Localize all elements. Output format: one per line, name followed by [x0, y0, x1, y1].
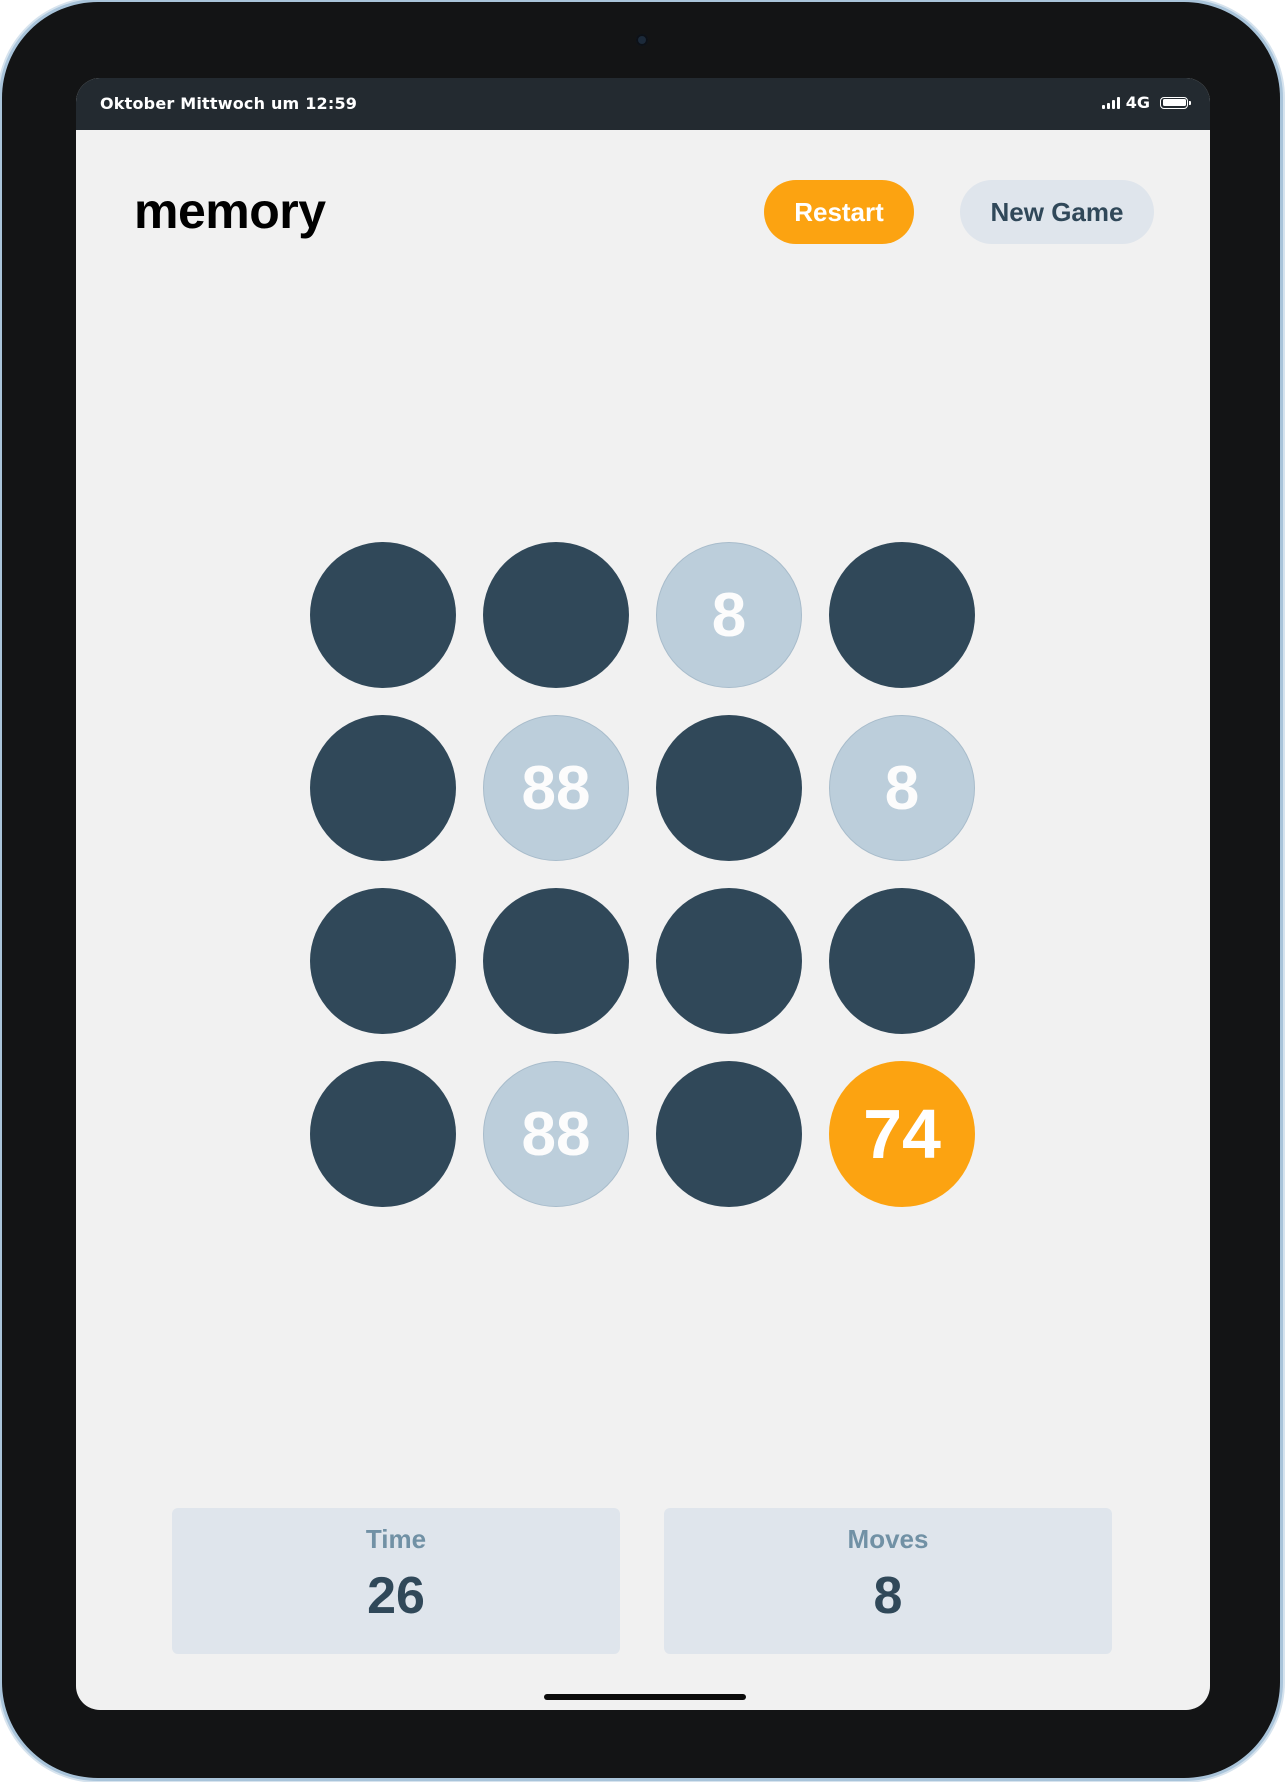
app-screen: Oktober Mittwoch um 12:59 4G memory Rest…: [76, 78, 1210, 1710]
memory-tile-hidden[interactable]: [310, 542, 456, 688]
memory-tile-active[interactable]: 74: [829, 1061, 975, 1207]
memory-tile-hidden[interactable]: [656, 1061, 802, 1207]
moves-panel: Moves 8: [664, 1508, 1112, 1654]
camera-icon: [636, 34, 648, 46]
time-value: 26: [367, 1567, 425, 1625]
moves-value: 8: [873, 1567, 903, 1625]
time-label: Time: [365, 1524, 427, 1554]
memory-tile-matched: 88: [483, 715, 629, 861]
restart-button[interactable]: Restart: [764, 180, 914, 244]
app-title: memory: [134, 183, 326, 239]
status-indicators: 4G: [1101, 93, 1191, 112]
memory-tile-hidden[interactable]: [656, 715, 802, 861]
memory-tile-hidden[interactable]: [829, 888, 975, 1034]
memory-tile-hidden[interactable]: [483, 888, 629, 1034]
battery-icon: [1160, 96, 1191, 109]
network-label: 4G: [1125, 93, 1150, 112]
memory-tile-hidden[interactable]: [310, 1061, 456, 1207]
memory-tile-hidden[interactable]: [310, 888, 456, 1034]
memory-tile-hidden[interactable]: [829, 542, 975, 688]
home-indicator[interactable]: [544, 1694, 746, 1700]
signal-icon: [1101, 96, 1120, 109]
memory-tile-hidden[interactable]: [656, 888, 802, 1034]
memory-tile-hidden[interactable]: [310, 715, 456, 861]
memory-tile-matched: 8: [656, 542, 802, 688]
memory-tile-hidden[interactable]: [483, 542, 629, 688]
game-board: 8 88 8 88 74: [310, 542, 976, 1208]
memory-tile-matched: 8: [829, 715, 975, 861]
status-bar: Oktober Mittwoch um 12:59 4G: [76, 78, 1210, 130]
time-panel: Time 26: [172, 1508, 620, 1654]
memory-tile-matched: 88: [483, 1061, 629, 1207]
moves-label: Moves: [847, 1524, 929, 1554]
new-game-button[interactable]: New Game: [960, 180, 1154, 244]
status-datetime: Oktober Mittwoch um 12:59: [100, 94, 358, 113]
tablet-frame: Oktober Mittwoch um 12:59 4G memory Rest…: [2, 2, 1280, 1778]
